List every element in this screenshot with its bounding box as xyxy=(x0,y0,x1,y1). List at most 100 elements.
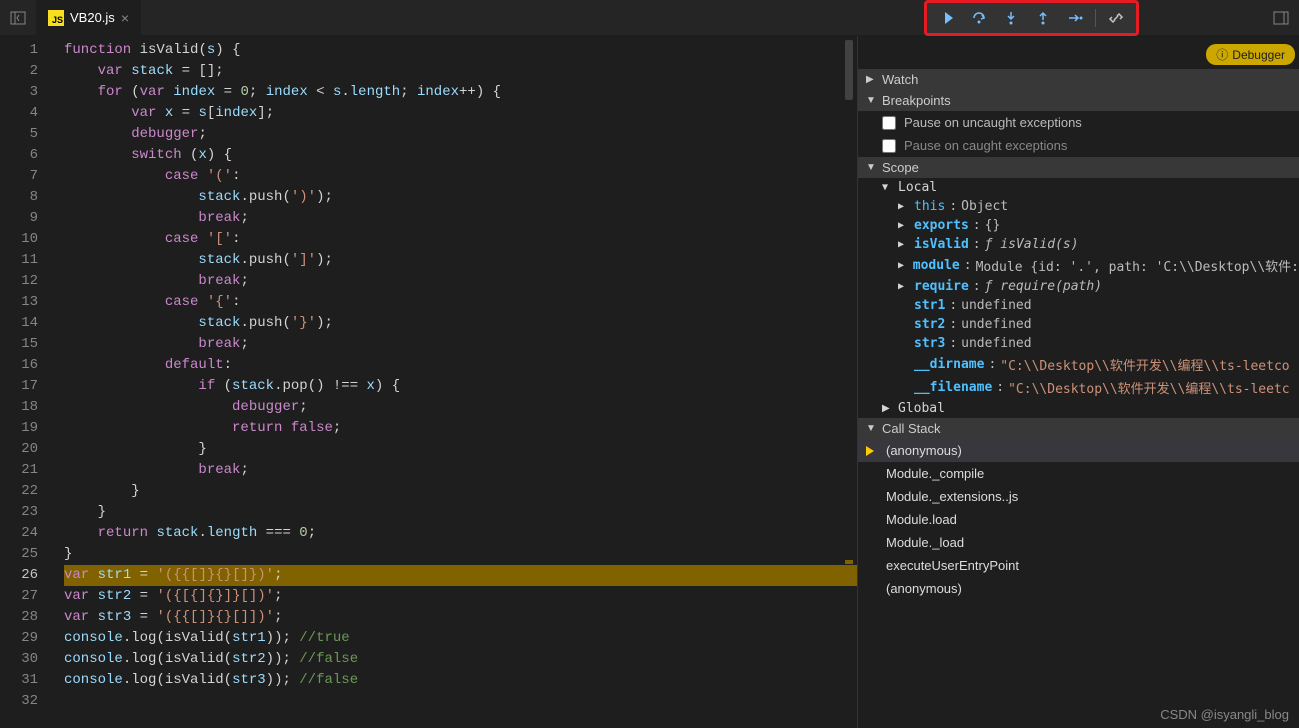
code-line[interactable]: case '{': xyxy=(64,292,857,313)
js-icon: JS xyxy=(48,10,64,26)
scope-local-label: Local xyxy=(898,180,937,195)
code-line[interactable]: console.log(isValid(str3)); //false xyxy=(64,670,857,691)
uncaught-exceptions-checkbox[interactable] xyxy=(882,116,896,130)
watermark: CSDN @isyangli_blog xyxy=(1160,707,1289,722)
code-line[interactable]: } xyxy=(64,439,857,460)
scope-variable-row[interactable]: ▶module: Module {id: '.', path: 'C:\\Des… xyxy=(858,254,1299,277)
scope-variable-row[interactable]: str2: undefined xyxy=(858,315,1299,334)
code-line[interactable]: console.log(isValid(str2)); //false xyxy=(64,649,857,670)
scope-variable-row[interactable]: str1: undefined xyxy=(858,296,1299,315)
watch-label: Watch xyxy=(882,72,918,87)
disconnect-button[interactable] xyxy=(1104,6,1128,30)
callstack-frame[interactable]: Module._extensions..js xyxy=(858,485,1299,508)
close-icon[interactable]: × xyxy=(121,10,129,26)
scope-local-row[interactable]: ▼ Local xyxy=(858,178,1299,197)
step-button[interactable] xyxy=(1063,6,1087,30)
caught-exceptions-row[interactable]: Pause on caught exceptions xyxy=(858,134,1299,157)
step-over-button[interactable] xyxy=(967,6,991,30)
code-editor[interactable]: 1234567891011121314151617181920212223242… xyxy=(0,36,857,728)
scope-variable-row[interactable]: ▶require: ƒ require(path) xyxy=(858,277,1299,296)
chevron-right-icon: ▶ xyxy=(898,201,910,212)
scrollbar-thumb[interactable] xyxy=(845,40,853,100)
scope-section-header[interactable]: ▼ Scope xyxy=(858,157,1299,178)
code-line[interactable]: var x = s[index]; xyxy=(64,103,857,124)
code-line[interactable]: debugger; xyxy=(64,124,857,145)
code-line[interactable]: } xyxy=(64,544,857,565)
callstack-body: (anonymous)Module._compileModule._extens… xyxy=(858,439,1299,600)
uncaught-exceptions-label: Pause on uncaught exceptions xyxy=(904,115,1082,130)
code-line[interactable]: stack.push('}'); xyxy=(64,313,857,334)
code-line[interactable]: var str3 = '({{[]}{}[]])'; xyxy=(64,607,857,628)
code-line[interactable]: break; xyxy=(64,334,857,355)
code-line[interactable]: var str1 = '({{[]}{}[]})'; xyxy=(64,565,857,586)
scrollbar-highlight-marker xyxy=(845,560,853,564)
chevron-down-icon: ▼ xyxy=(882,182,894,193)
sidebar-toggle-icon[interactable] xyxy=(0,0,36,36)
chevron-down-icon: ▼ xyxy=(866,423,878,434)
callstack-frame[interactable]: Module._compile xyxy=(858,462,1299,485)
chevron-down-icon: ▼ xyxy=(866,162,878,173)
debugger-badge-label: Debugger xyxy=(1232,48,1285,62)
code-line[interactable]: for (var index = 0; index < s.length; in… xyxy=(64,82,857,103)
continue-button[interactable] xyxy=(935,6,959,30)
code-line[interactable]: } xyxy=(64,481,857,502)
step-into-button[interactable] xyxy=(999,6,1023,30)
step-out-button[interactable] xyxy=(1031,6,1055,30)
code-line[interactable]: if (stack.pop() !== x) { xyxy=(64,376,857,397)
code-line[interactable]: var stack = []; xyxy=(64,61,857,82)
info-icon: ⓘ xyxy=(1216,46,1228,63)
callstack-frame[interactable]: Module._load xyxy=(858,531,1299,554)
code-line[interactable]: } xyxy=(64,502,857,523)
breakpoints-section-header[interactable]: ▼ Breakpoints xyxy=(858,90,1299,111)
chevron-right-icon: ▶ xyxy=(898,260,909,271)
chevron-right-icon: ▶ xyxy=(882,403,894,414)
chevron-right-icon: ▶ xyxy=(898,220,910,231)
callstack-frame[interactable]: executeUserEntryPoint xyxy=(858,554,1299,577)
code-line[interactable]: function isValid(s) { xyxy=(64,40,857,61)
file-tab[interactable]: JS VB20.js × xyxy=(36,0,141,36)
line-gutter: 1234567891011121314151617181920212223242… xyxy=(0,36,50,728)
scope-variable-row[interactable]: __dirname: "C:\\Desktop\\软件开发\\编程\\ts-le… xyxy=(858,353,1299,376)
callstack-frame[interactable]: (anonymous) xyxy=(858,439,1299,462)
scope-variable-row[interactable]: ▶exports: {} xyxy=(858,216,1299,235)
code-area[interactable]: function isValid(s) { var stack = []; fo… xyxy=(50,36,857,728)
code-line[interactable]: return stack.length === 0; xyxy=(64,523,857,544)
caught-exceptions-checkbox[interactable] xyxy=(882,139,896,153)
code-line[interactable]: var str2 = '({[{]{}]}[])'; xyxy=(64,586,857,607)
code-line[interactable]: case '(': xyxy=(64,166,857,187)
code-line[interactable]: case '[': xyxy=(64,229,857,250)
chevron-right-icon: ▶ xyxy=(898,239,910,250)
code-line[interactable]: break; xyxy=(64,271,857,292)
uncaught-exceptions-row[interactable]: Pause on uncaught exceptions xyxy=(858,111,1299,134)
code-line[interactable]: console.log(isValid(str1)); //true xyxy=(64,628,857,649)
scope-body: ▼ Local ▶this: Object▶exports: {}▶isVali… xyxy=(858,178,1299,399)
panel-toggle-icon[interactable] xyxy=(1263,0,1299,36)
callstack-section-header[interactable]: ▼ Call Stack xyxy=(858,418,1299,439)
code-line[interactable]: switch (x) { xyxy=(64,145,857,166)
watch-section-header[interactable]: ▶ Watch xyxy=(858,69,1299,90)
scope-global-label: Global xyxy=(898,401,945,416)
callstack-frame[interactable]: Module.load xyxy=(858,508,1299,531)
code-line[interactable]: debugger; xyxy=(64,397,857,418)
scope-global-row[interactable]: ▶ Global xyxy=(858,399,1299,418)
callstack-label: Call Stack xyxy=(882,421,941,436)
debug-panel: ⓘ Debugger ▶ Watch ▼ Breakpoints Pause o… xyxy=(857,36,1299,728)
code-line[interactable]: break; xyxy=(64,208,857,229)
callstack-frame[interactable]: (anonymous) xyxy=(858,577,1299,600)
scope-variable-row[interactable]: str3: undefined xyxy=(858,334,1299,353)
code-line[interactable]: default: xyxy=(64,355,857,376)
chevron-right-icon: ▶ xyxy=(898,281,910,292)
scope-variable-row[interactable]: __filename: "C:\\Desktop\\软件开发\\编程\\ts-l… xyxy=(858,376,1299,399)
code-line[interactable] xyxy=(64,691,857,712)
code-line[interactable]: return false; xyxy=(64,418,857,439)
breakpoints-label: Breakpoints xyxy=(882,93,951,108)
scope-variable-row[interactable]: ▶this: Object xyxy=(858,197,1299,216)
caught-exceptions-label: Pause on caught exceptions xyxy=(904,138,1067,153)
tab-filename: VB20.js xyxy=(70,10,115,25)
scope-variable-row[interactable]: ▶isValid: ƒ isValid(s) xyxy=(858,235,1299,254)
code-line[interactable]: break; xyxy=(64,460,857,481)
debug-toolbar xyxy=(924,0,1139,36)
chevron-down-icon: ▼ xyxy=(866,95,878,106)
code-line[interactable]: stack.push(')'); xyxy=(64,187,857,208)
code-line[interactable]: stack.push(']'); xyxy=(64,250,857,271)
